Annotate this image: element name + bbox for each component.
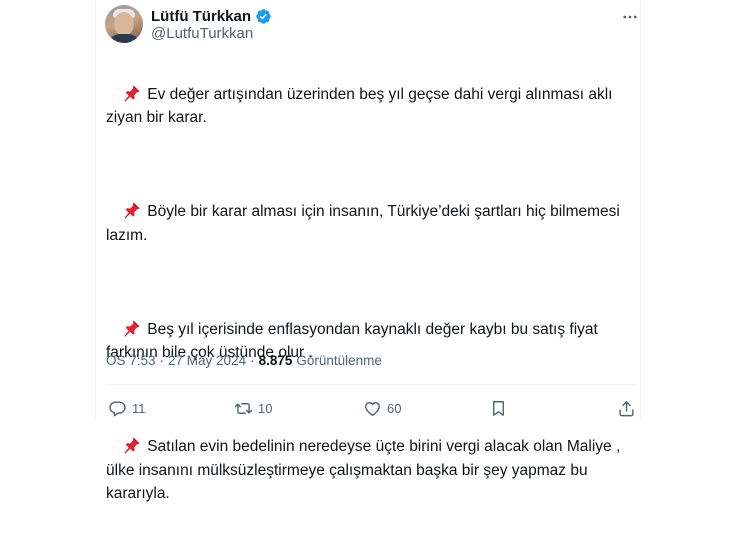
avatar[interactable] — [105, 5, 143, 43]
tweet-date[interactable]: 27 May 2024 — [168, 353, 246, 368]
divider — [106, 384, 636, 385]
tweet-paragraph: Böyle bir karar alması için insanın, Tür… — [106, 177, 626, 271]
views-label: Görüntülenme — [296, 353, 382, 368]
share-button[interactable] — [617, 399, 636, 418]
tweet-text: Ev değer artışından üzerinden beş yıl ge… — [106, 59, 626, 553]
bookmark-icon — [493, 401, 504, 416]
tweet-paragraph: Satılan evin bedelinin neredeyse üçte bi… — [106, 412, 626, 530]
retweet-icon — [234, 403, 253, 414]
more-options-icon[interactable] — [620, 7, 640, 27]
tweet-meta: ÖS 7:53 · 27 May 2024 · 8.875 Görüntülen… — [106, 353, 382, 368]
verified-badge-icon — [256, 8, 271, 24]
views-count: 8.875 — [258, 353, 293, 368]
tweet-paragraph-text: Böyle bir karar alması için insanın, Tür… — [106, 203, 620, 244]
reply-icon — [109, 401, 126, 417]
like-count: 60 — [387, 401, 402, 416]
like-button[interactable]: 60 — [363, 399, 401, 418]
tweet-paragraph-text: Satılan evin bedelinin neredeyse üçte bi… — [106, 438, 621, 502]
meta-separator: · — [159, 353, 165, 368]
pushpin-icon — [124, 202, 140, 219]
pushpin-icon — [124, 320, 140, 337]
reply-count: 11 — [132, 401, 146, 416]
author-name-row: Lütfü Türkkan — [151, 6, 272, 26]
retweet-button[interactable]: 10 — [234, 399, 272, 418]
meta-separator: · — [250, 353, 255, 368]
like-icon — [365, 402, 380, 416]
tweet-paragraph: Ev değer artışından üzerinden beş yıl ge… — [106, 59, 626, 153]
share-icon — [619, 401, 634, 417]
retweet-count: 10 — [258, 401, 273, 416]
pushpin-icon — [124, 85, 140, 102]
reply-button[interactable]: 11 — [108, 399, 146, 418]
avatar-shirt — [108, 34, 140, 43]
tweet-time[interactable]: ÖS 7:53 — [106, 353, 156, 368]
tweet-paragraph-text: Ev değer artışından üzerinden beş yıl ge… — [106, 85, 613, 127]
action-bar: 11 10 60 — [0, 399, 730, 421]
author-handle[interactable]: @LutfuTurkkan — [151, 25, 253, 42]
bookmark-button[interactable] — [489, 399, 508, 418]
pushpin-icon — [124, 437, 140, 454]
avatar-face — [114, 12, 134, 36]
author-display-name[interactable]: Lütfü Türkkan — [151, 8, 251, 25]
tweet-paragraph: Beş yıl içerisinde enflasyondan kaynaklı… — [106, 294, 626, 388]
